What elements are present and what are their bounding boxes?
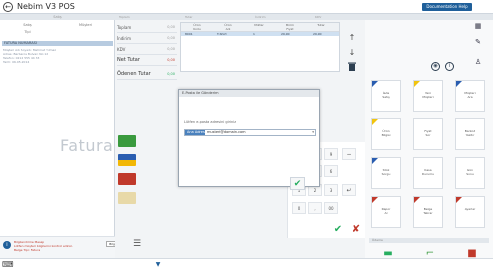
- arrow-down-icon[interactable]: ↓: [345, 47, 359, 59]
- customer-column[interactable]: Müşteri: [58, 22, 113, 36]
- email-value: musteri@domain.com: [207, 130, 246, 134]
- user-icon[interactable]: ♙: [473, 58, 483, 67]
- payment-methods: [115, 127, 145, 237]
- cash-payment-icon[interactable]: [118, 135, 136, 147]
- tile-price-check[interactable]: Fiyat Sor: [413, 118, 443, 150]
- key-0[interactable]: 0: [292, 202, 306, 214]
- selected-document-row[interactable]: FATURA NUMARASI: [2, 41, 113, 46]
- key-comma[interactable]: ,: [308, 202, 322, 214]
- document-panel: Satış Satış Tipi Müşteri FATURA NUMARASI …: [0, 14, 119, 258]
- address-type-select[interactable]: Ana Adres: [185, 130, 205, 135]
- table-row[interactable]: 8001 T-Shirt 1 29,90 29,90: [181, 32, 339, 36]
- tile-reprint-document[interactable]: Belge Tekrar: [413, 196, 443, 228]
- document-panel-header: Satış: [0, 14, 115, 20]
- info-icon: i: [3, 241, 11, 249]
- gift-card-icon[interactable]: [118, 173, 136, 185]
- document-details: Müşteri Adı Soyadı: Mehmet Yılmaz Adres:…: [3, 48, 56, 64]
- list-icon[interactable]: ☰: [133, 239, 141, 249]
- transaction-area: Toplam Tutar İndirim KDV Toplam 0,00 İndi…: [115, 14, 365, 258]
- tile-report[interactable]: Rapor Al: [371, 196, 401, 228]
- items-grid[interactable]: Ürün Kodu Ürün Adı Miktar Birim Fiyat Tutar…: [180, 22, 340, 72]
- center-strip: Toplam Tutar İndirim KDV: [115, 14, 365, 20]
- grid-header: Ürün Kodu Ürün Adı Miktar Birim Fiyat Tutar: [181, 23, 339, 32]
- summary-net: Net Tutar 0,00: [117, 55, 177, 66]
- card-payment-icon[interactable]: [118, 154, 136, 166]
- summary-total: Toplam 0,00: [117, 22, 177, 33]
- enter-key-icon[interactable]: ↵: [342, 184, 356, 196]
- summary-discount: İndirim 0,00: [117, 33, 177, 44]
- document-watermark: Fatura: [60, 136, 114, 155]
- key-9[interactable]: 9: [324, 148, 338, 160]
- tile-new-customer[interactable]: Yeni Müşteri: [413, 80, 443, 112]
- eye-icon[interactable]: ◉: [431, 62, 440, 71]
- key-double-zero[interactable]: 00: [324, 202, 338, 214]
- minus-key[interactable]: −: [342, 148, 356, 160]
- dialog-label: Lütfen e-posta adresini giriniz: [184, 120, 237, 124]
- tile-product-info[interactable]: Ürün Bilgisi: [371, 118, 401, 150]
- confirm-check-icon[interactable]: ✔: [330, 222, 346, 237]
- status-bar: ⌨ ▼: [0, 258, 493, 269]
- key-3[interactable]: 3: [324, 184, 338, 196]
- tile-stock-query[interactable]: Stok Sorgu: [371, 157, 401, 189]
- sales-type-column[interactable]: Satış Tipi: [0, 22, 55, 36]
- check-payment-icon[interactable]: [118, 192, 136, 204]
- dialog-title: E-Posta ile Gönderim: [179, 90, 319, 97]
- trash-icon[interactable]: [345, 62, 359, 74]
- tile-find-customer[interactable]: Müşteri Ara: [455, 80, 485, 112]
- title-bar: ← Nebim V3 POS Documentation Help: [0, 0, 493, 14]
- tile-settings[interactable]: Ayarlar: [455, 196, 485, 228]
- arrow-up-icon[interactable]: ↑: [345, 32, 359, 44]
- keyboard-icon[interactable]: ⌨: [2, 260, 14, 269]
- summary-tax: KDV 0,00: [117, 44, 177, 55]
- summary-paid: Ödenen Tutar 0,00: [117, 69, 177, 80]
- tile-register-status[interactable]: Kasa Durumu: [413, 157, 443, 189]
- message-area: i Bilgilendirme Mesajı Lütfen müşteri bi…: [0, 236, 119, 258]
- cancel-x-icon[interactable]: ✘: [348, 222, 364, 237]
- key-6[interactable]: 6: [324, 165, 338, 177]
- back-arrow-icon[interactable]: ←: [3, 2, 13, 12]
- tile-print-barcode[interactable]: Barkod Yazdır: [455, 118, 485, 150]
- tile-end-of-day[interactable]: Gün Sonu: [455, 157, 485, 189]
- dialog-ok-button[interactable]: ✔: [290, 177, 305, 190]
- edit-pencil-icon[interactable]: ✎: [473, 38, 483, 47]
- function-panel: ▦ ✎ ♙ ◉ i İade Satış Yeni Müşteri Müşteri A…: [365, 14, 493, 259]
- info-round-icon[interactable]: i: [445, 62, 454, 71]
- email-dialog: E-Posta ile Gönderim Lütfen e-posta adre…: [178, 89, 320, 190]
- message-text: Bilgilendirme Mesajı Lütfen müşteri bilg…: [14, 240, 73, 252]
- email-field[interactable]: Ana Adres musteri@domain.com ▾: [184, 129, 316, 136]
- tile-return-sale[interactable]: İade Satış: [371, 80, 401, 112]
- app-title: Nebim V3 POS: [17, 2, 75, 11]
- collapse-chevron-icon[interactable]: ▼: [152, 260, 164, 269]
- help-button[interactable]: Documentation Help: [422, 3, 472, 11]
- chevron-down-icon[interactable]: ▾: [312, 130, 314, 135]
- payment-divider: Ödeme: [369, 238, 489, 243]
- grid-menu-icon[interactable]: ▦: [473, 22, 483, 31]
- right-strip: [365, 14, 493, 20]
